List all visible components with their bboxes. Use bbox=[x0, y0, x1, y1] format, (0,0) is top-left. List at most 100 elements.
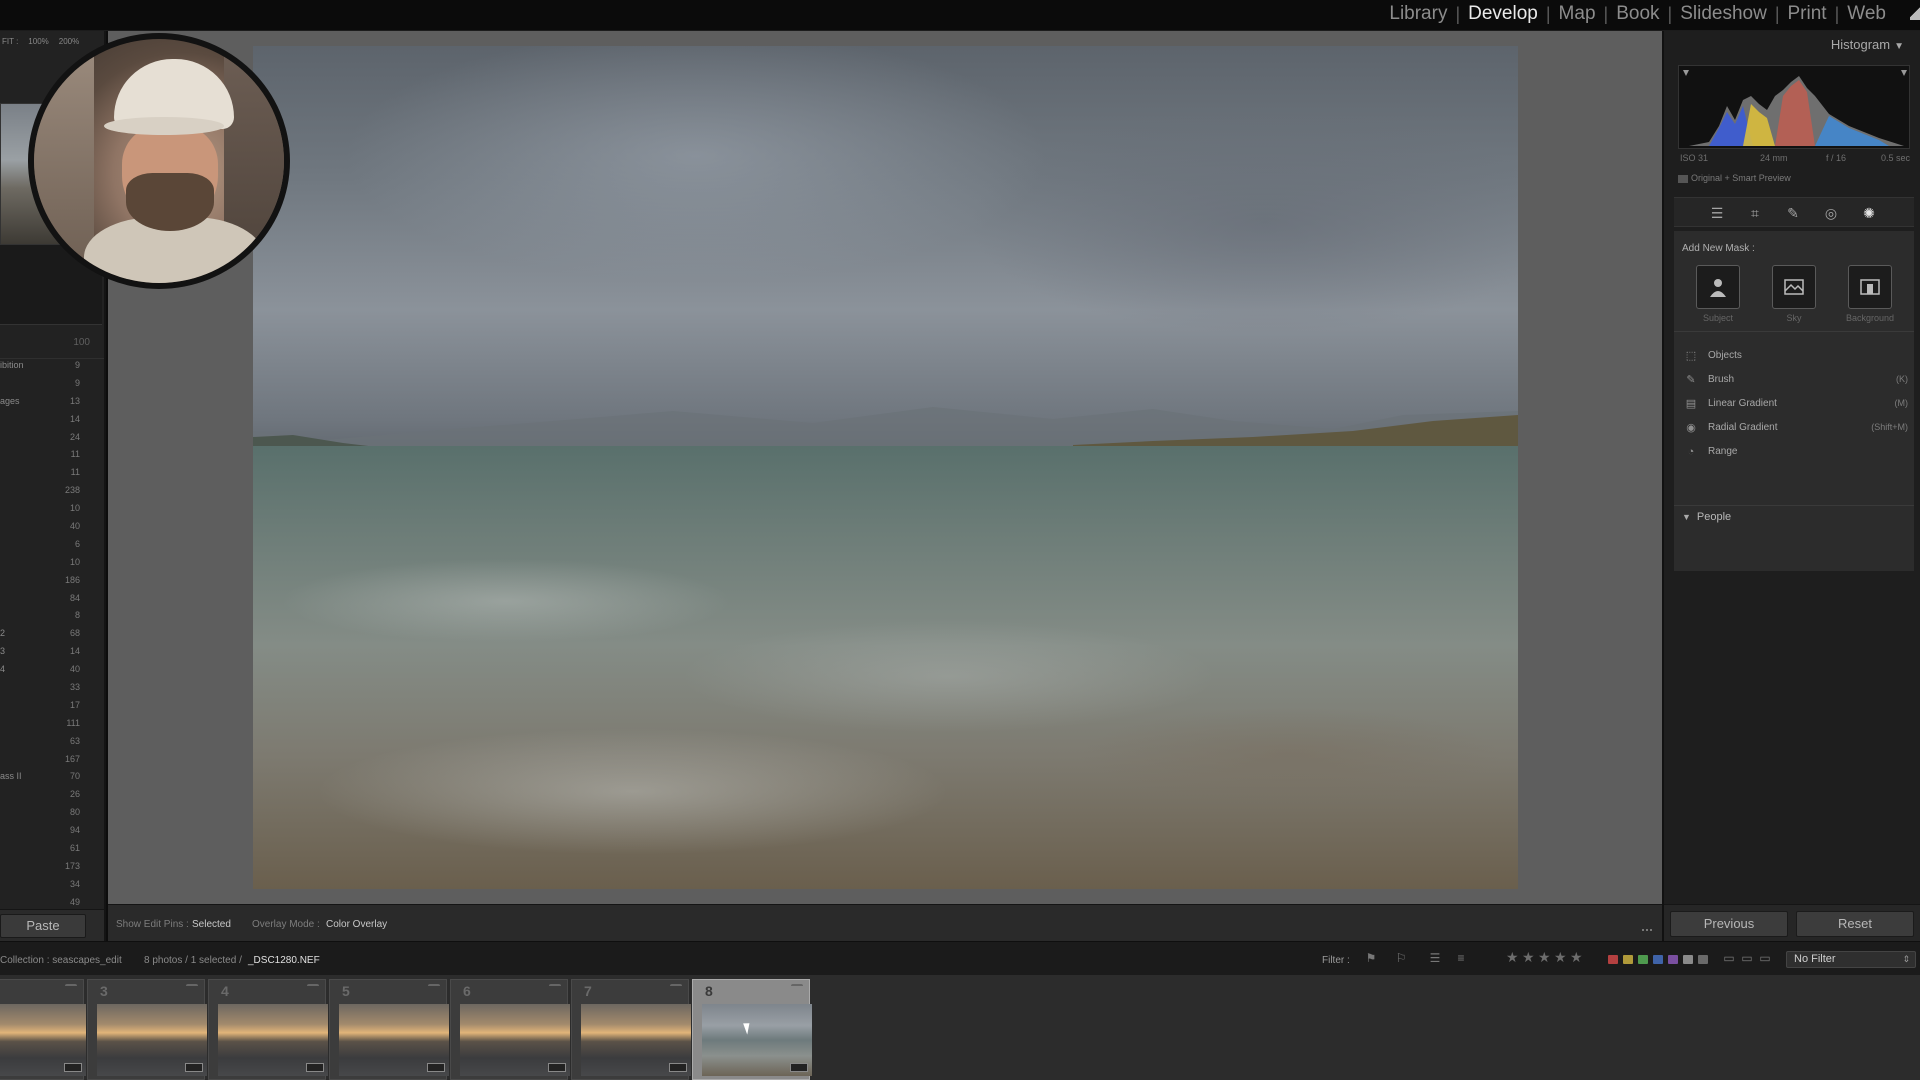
color-label-swatch[interactable] bbox=[1608, 955, 1618, 964]
filter-preset-select[interactable]: No Filter ⇕ bbox=[1786, 951, 1916, 968]
toolbar-menu-icon[interactable] bbox=[1642, 925, 1652, 931]
rating-star-icon[interactable]: ★ bbox=[1522, 950, 1536, 964]
rating-star-icon[interactable]: ★ bbox=[1554, 950, 1568, 964]
collection-item[interactable]: 238 bbox=[0, 482, 104, 500]
histogram-header[interactable]: Histogram ▼ bbox=[1831, 37, 1904, 52]
sort-filter-icon[interactable]: ≡ bbox=[1454, 951, 1468, 965]
module-print[interactable]: Print bbox=[1780, 2, 1835, 26]
collection-item[interactable]: 10 bbox=[0, 554, 104, 572]
collection-item[interactable]: 34 bbox=[0, 876, 104, 894]
crop-icon[interactable]: ⌗ bbox=[1746, 204, 1764, 222]
thumbnail-flag-icon[interactable] bbox=[428, 984, 440, 992]
linear-gradient-tool[interactable]: ▤ Linear Gradient (M) bbox=[1684, 395, 1908, 415]
radial-gradient-tool[interactable]: ◉ Radial Gradient (Shift+M) bbox=[1684, 419, 1908, 439]
color-label-swatch[interactable] bbox=[1698, 955, 1708, 964]
collection-item[interactable]: 11 bbox=[0, 464, 104, 482]
filmstrip-thumbnail[interactable]: 3 bbox=[87, 979, 207, 1080]
rating-star-icon[interactable]: ★ bbox=[1570, 950, 1584, 964]
collection-item[interactable]: 17 bbox=[0, 697, 104, 715]
edit-sliders-icon[interactable]: ☰ bbox=[1708, 204, 1726, 222]
thumbnail-flag-icon[interactable] bbox=[307, 984, 319, 992]
selected-filename[interactable]: _DSC1280.NEF bbox=[248, 955, 320, 966]
collection-item[interactable]: 4 40 bbox=[0, 661, 104, 679]
collection-item[interactable]: 24 bbox=[0, 429, 104, 447]
previous-button[interactable]: Previous bbox=[1670, 911, 1788, 937]
collection-item[interactable]: 61 bbox=[0, 840, 104, 858]
flag-reject-icon[interactable]: ⚐ bbox=[1394, 951, 1408, 965]
range-tool[interactable]: ◔ Range bbox=[1684, 443, 1908, 463]
collection-item[interactable]: 9 bbox=[0, 375, 104, 393]
people-section[interactable]: ▼ People bbox=[1682, 511, 1731, 523]
filmstrip-thumbnail[interactable] bbox=[0, 979, 86, 1080]
sky-mask-button[interactable] bbox=[1772, 265, 1816, 309]
collection-item[interactable]: 40 bbox=[0, 518, 104, 536]
collection-item[interactable]: 111 bbox=[0, 715, 104, 733]
color-label-swatch[interactable] bbox=[1638, 955, 1648, 964]
list-filter-icon[interactable]: ☰ bbox=[1428, 951, 1442, 965]
collection-item[interactable]: 186 bbox=[0, 572, 104, 590]
rating-star-icon[interactable]: ★ bbox=[1538, 950, 1552, 964]
thumbnail-flag-icon[interactable] bbox=[670, 984, 682, 992]
thumbnail-flag-icon[interactable] bbox=[791, 984, 803, 992]
color-label-swatch[interactable] bbox=[1668, 955, 1678, 964]
collection-item[interactable]: 80 bbox=[0, 804, 104, 822]
collection-item[interactable]: 14 bbox=[0, 411, 104, 429]
flag-pick-icon[interactable]: ⚑ bbox=[1364, 951, 1378, 965]
background-mask-button[interactable] bbox=[1848, 265, 1892, 309]
develop-settings-badge-icon bbox=[790, 1063, 808, 1072]
collection-breadcrumb[interactable]: Collection : seascapes_edit bbox=[0, 955, 122, 966]
collection-item[interactable]: 11 bbox=[0, 446, 104, 464]
kind-filter-icon[interactable]: ▭ bbox=[1722, 951, 1736, 965]
module-develop[interactable]: Develop bbox=[1460, 2, 1546, 26]
main-photo[interactable] bbox=[253, 46, 1518, 889]
module-book[interactable]: Book bbox=[1608, 2, 1667, 26]
navigator-zoom-option[interactable]: FIT : bbox=[2, 37, 18, 55]
module-library[interactable]: Library bbox=[1381, 2, 1455, 26]
collection-item[interactable]: 173 bbox=[0, 858, 104, 876]
collection-item[interactable]: 167 bbox=[0, 751, 104, 769]
collection-item[interactable]: 2 68 bbox=[0, 625, 104, 643]
collection-item[interactable]: 94 bbox=[0, 822, 104, 840]
collection-item[interactable]: 33 bbox=[0, 679, 104, 697]
thumbnail-flag-icon[interactable] bbox=[186, 984, 198, 992]
smart-preview-status[interactable]: Original + Smart Preview bbox=[1678, 173, 1791, 183]
filmstrip-thumbnail[interactable]: 6 bbox=[450, 979, 570, 1080]
module-slideshow[interactable]: Slideshow bbox=[1672, 2, 1775, 26]
virtual-copy-filter-icon[interactable]: ▭ bbox=[1740, 951, 1754, 965]
reset-button[interactable]: Reset bbox=[1796, 911, 1914, 937]
thumbnail-flag-icon[interactable] bbox=[65, 984, 77, 992]
red-eye-icon[interactable]: ◎ bbox=[1822, 204, 1840, 222]
filmstrip-thumbnail[interactable]: 5 bbox=[329, 979, 449, 1080]
module-web[interactable]: Web bbox=[1839, 2, 1894, 26]
masking-icon[interactable]: ✺ bbox=[1860, 204, 1878, 222]
collection-item[interactable]: 6 bbox=[0, 536, 104, 554]
collection-item[interactable]: ibition 9 bbox=[0, 357, 104, 375]
video-filter-icon[interactable]: ▭ bbox=[1758, 951, 1772, 965]
collection-item[interactable]: 3 14 bbox=[0, 643, 104, 661]
objects-tool[interactable]: ⬚ Objects bbox=[1684, 347, 1908, 367]
collection-item[interactable]: 26 bbox=[0, 786, 104, 804]
webcam-cap-brim bbox=[104, 117, 224, 135]
color-label-swatch[interactable] bbox=[1683, 955, 1693, 964]
collection-item[interactable]: 10 bbox=[0, 500, 104, 518]
filmstrip-thumbnail[interactable]: 7 bbox=[571, 979, 691, 1080]
subject-mask-button[interactable] bbox=[1696, 265, 1740, 309]
brush-tool[interactable]: ✎ Brush (K) bbox=[1684, 371, 1908, 391]
overlay-mode-select[interactable]: Color Overlay bbox=[326, 919, 387, 930]
healing-brush-icon[interactable]: ✎ bbox=[1784, 204, 1802, 222]
collection-item[interactable]: ages 13 bbox=[0, 393, 104, 411]
paste-button[interactable]: Paste bbox=[0, 914, 86, 938]
color-label-swatch[interactable] bbox=[1623, 955, 1633, 964]
collection-item[interactable]: 84 bbox=[0, 590, 104, 608]
collection-item[interactable]: 63 bbox=[0, 733, 104, 751]
color-label-swatch[interactable] bbox=[1653, 955, 1663, 964]
show-edit-pins-select[interactable]: Selected bbox=[192, 919, 231, 930]
histogram[interactable] bbox=[1678, 65, 1910, 149]
module-map[interactable]: Map bbox=[1551, 2, 1604, 26]
collection-item[interactable]: ass II 70 bbox=[0, 768, 104, 786]
collection-item[interactable]: 8 bbox=[0, 607, 104, 625]
filmstrip-thumbnail[interactable]: 4 bbox=[208, 979, 328, 1080]
tool-strip: ☰ ⌗ ✎ ◎ ✺ bbox=[1674, 197, 1914, 227]
rating-star-icon[interactable]: ★ bbox=[1506, 950, 1520, 964]
thumbnail-flag-icon[interactable] bbox=[549, 984, 561, 992]
